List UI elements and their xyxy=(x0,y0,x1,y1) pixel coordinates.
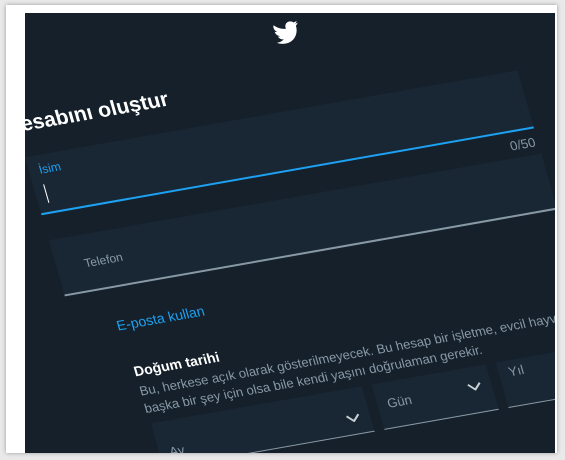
signup-form: Hesabını oluştur İsim 0/50 Telefon E-pos… xyxy=(25,13,555,453)
chevron-down-icon xyxy=(346,413,360,423)
signup-screen: Hesabını oluştur İsim 0/50 Telefon E-pos… xyxy=(25,13,555,453)
twitter-bird-icon xyxy=(273,20,298,44)
photo-frame: Hesabını oluştur İsim 0/50 Telefon E-pos… xyxy=(6,5,557,453)
day-select-label: Gün xyxy=(385,391,414,411)
phone-field-label: Telefon xyxy=(82,250,125,271)
page-title: Hesabını oluştur xyxy=(25,87,172,139)
chevron-down-icon xyxy=(467,382,481,391)
month-select-label: Ay xyxy=(167,442,187,453)
year-select-label: Yıl xyxy=(506,362,526,380)
name-field-label: İsim xyxy=(37,159,63,177)
name-char-counter: 0/50 xyxy=(508,134,538,154)
text-caret xyxy=(43,184,50,203)
use-email-link[interactable]: E-posta kullan xyxy=(115,303,207,334)
